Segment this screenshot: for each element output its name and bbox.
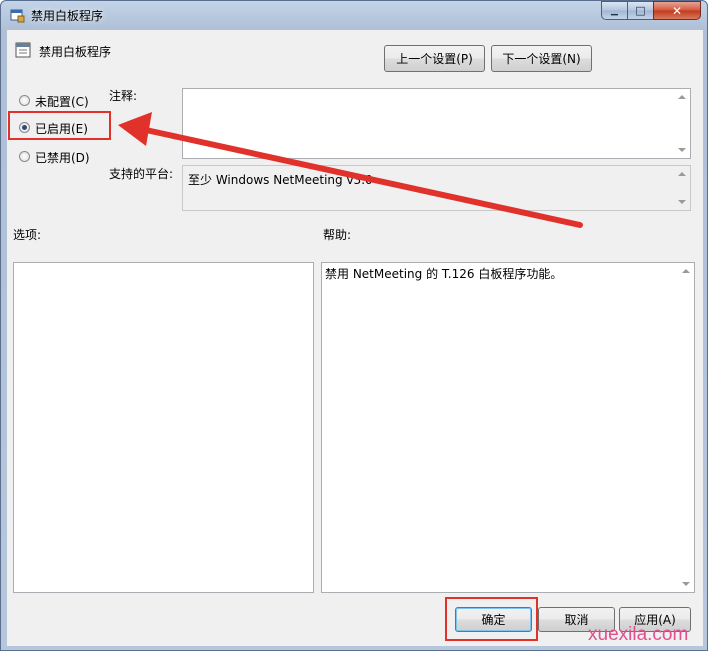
previous-setting-button[interactable]: 上一个设置(P) — [384, 45, 485, 72]
title-bar[interactable]: 禁用白板程序 ▁ □ ✕ — [1, 1, 708, 29]
minimize-icon: ▁ — [611, 5, 618, 16]
comment-label: 注释: — [109, 89, 138, 103]
options-label: 选项: — [13, 228, 42, 242]
next-setting-button[interactable]: 下一个设置(N) — [491, 45, 592, 72]
comment-value — [183, 89, 690, 95]
radio-label: 未配置(C) — [35, 95, 89, 109]
scroll-down-arrow-icon[interactable] — [678, 148, 686, 152]
options-panel — [13, 262, 314, 593]
policy-app-icon — [10, 9, 25, 23]
radio-button[interactable] — [19, 151, 30, 162]
radio-label: 已禁用(D) — [35, 151, 90, 165]
scroll-up-arrow-icon[interactable] — [678, 95, 686, 99]
previous-setting-label: 上一个设置(P) — [396, 52, 473, 66]
help-label: 帮助: — [323, 228, 352, 242]
help-scrollbar[interactable] — [678, 263, 694, 592]
watermark: xuexila.com — [588, 624, 689, 645]
close-button[interactable]: ✕ — [653, 1, 701, 20]
dialog-window: 禁用白板程序 ▁ □ ✕ 禁用白板程序 上一个设置(P) 下一个设置(N) 未配… — [0, 0, 708, 651]
platform-scrollbar[interactable] — [674, 166, 690, 210]
scroll-down-arrow-icon[interactable] — [682, 582, 690, 586]
close-icon: ✕ — [671, 3, 683, 18]
scroll-down-arrow-icon[interactable] — [678, 200, 686, 204]
minimize-button[interactable]: ▁ — [601, 1, 628, 20]
platform-value: 至少 Windows NetMeeting v3.0 — [188, 173, 373, 187]
cancel-label: 取消 — [564, 613, 589, 627]
help-text: 禁用 NetMeeting 的 T.126 白板程序功能。 — [325, 267, 563, 281]
maximize-button[interactable]: □ — [627, 1, 654, 20]
scroll-up-arrow-icon[interactable] — [678, 172, 686, 176]
policy-name: 禁用白板程序 — [39, 45, 112, 59]
window-title: 禁用白板程序 — [31, 9, 104, 23]
platform-field: 至少 Windows NetMeeting v3.0 — [182, 165, 691, 211]
platform-label: 支持的平台: — [109, 167, 174, 181]
radio-not-configured[interactable]: 未配置(C) — [13, 92, 113, 110]
radio-button[interactable] — [19, 95, 30, 106]
next-setting-label: 下一个设置(N) — [502, 52, 581, 66]
comment-scrollbar[interactable] — [674, 89, 690, 158]
comment-textarea[interactable] — [182, 88, 691, 159]
help-panel: 禁用 NetMeeting 的 T.126 白板程序功能。 — [321, 262, 695, 593]
radio-disabled[interactable]: 已禁用(D) — [13, 148, 113, 166]
highlight-enabled-box — [8, 111, 111, 140]
maximize-icon: □ — [635, 4, 646, 17]
policy-setting-icon — [15, 42, 31, 58]
dialog-client-area: 禁用白板程序 上一个设置(P) 下一个设置(N) 未配置(C) 已启用(E) 已… — [7, 30, 703, 646]
highlight-ok-box — [445, 597, 538, 641]
scroll-up-arrow-icon[interactable] — [682, 269, 690, 273]
